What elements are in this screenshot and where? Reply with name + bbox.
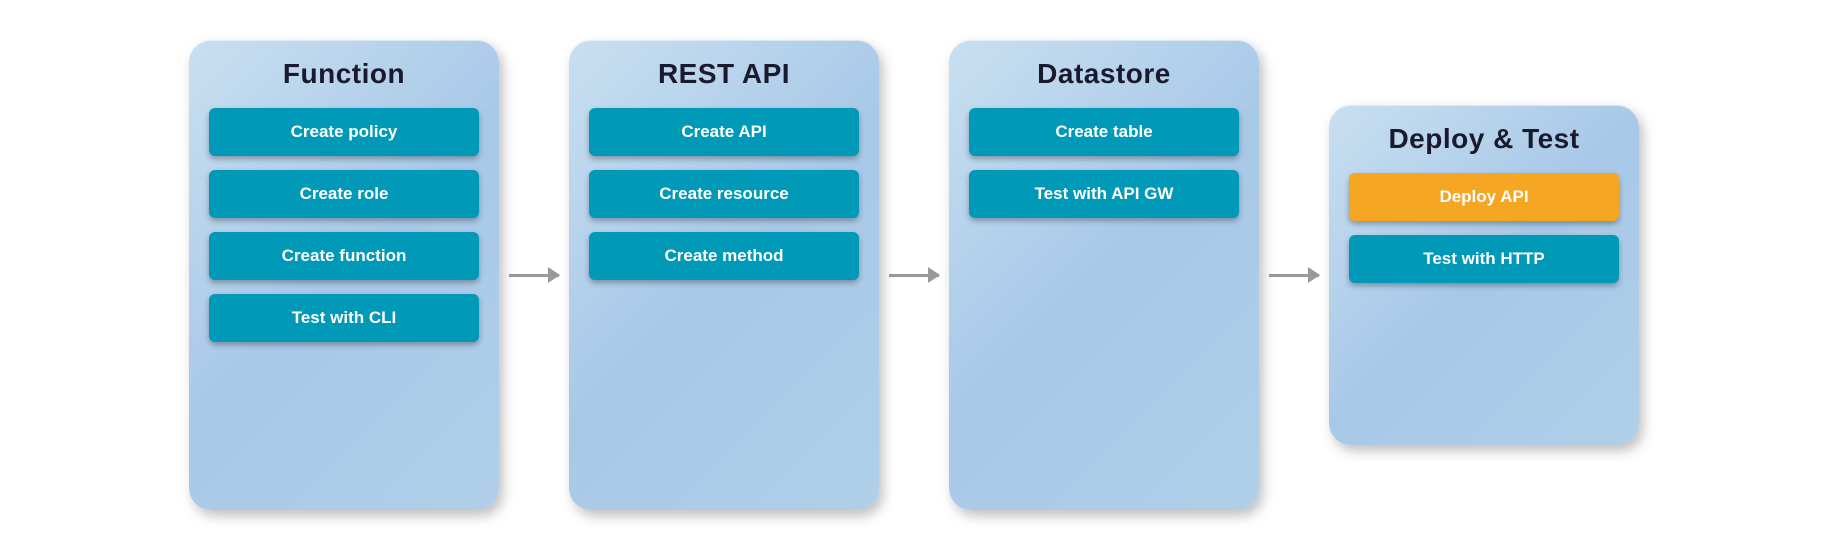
deploy-test-column: Deploy & Test Deploy API Test with HTTP [1329,105,1639,445]
rest-api-column: REST API Create API Create resource Crea… [569,40,879,510]
function-column: Function Create policy Create role Creat… [189,40,499,510]
test-api-gw-button[interactable]: Test with API GW [969,170,1239,218]
create-policy-button[interactable]: Create policy [209,108,479,156]
create-api-button[interactable]: Create API [589,108,859,156]
arrow-1 [499,274,569,277]
create-resource-button[interactable]: Create resource [589,170,859,218]
arrow-line-2 [889,274,939,277]
deploy-api-button[interactable]: Deploy API [1349,173,1619,221]
diagram: Function Create policy Create role Creat… [149,20,1679,530]
function-items: Create policy Create role Create functio… [209,108,479,342]
create-role-button[interactable]: Create role [209,170,479,218]
create-method-button[interactable]: Create method [589,232,859,280]
datastore-items: Create table Test with API GW [969,108,1239,218]
datastore-column: Datastore Create table Test with API GW [949,40,1259,510]
arrow-2 [879,274,949,277]
rest-api-title: REST API [658,58,790,90]
test-http-button[interactable]: Test with HTTP [1349,235,1619,283]
deploy-test-title: Deploy & Test [1388,123,1579,155]
arrow-line-1 [509,274,559,277]
arrow-line-3 [1269,274,1319,277]
create-table-button[interactable]: Create table [969,108,1239,156]
test-cli-button[interactable]: Test with CLI [209,294,479,342]
create-function-button[interactable]: Create function [209,232,479,280]
function-title: Function [283,58,405,90]
arrow-3 [1259,274,1329,277]
datastore-title: Datastore [1037,58,1171,90]
rest-api-items: Create API Create resource Create method [589,108,859,280]
deploy-test-items: Deploy API Test with HTTP [1349,173,1619,283]
